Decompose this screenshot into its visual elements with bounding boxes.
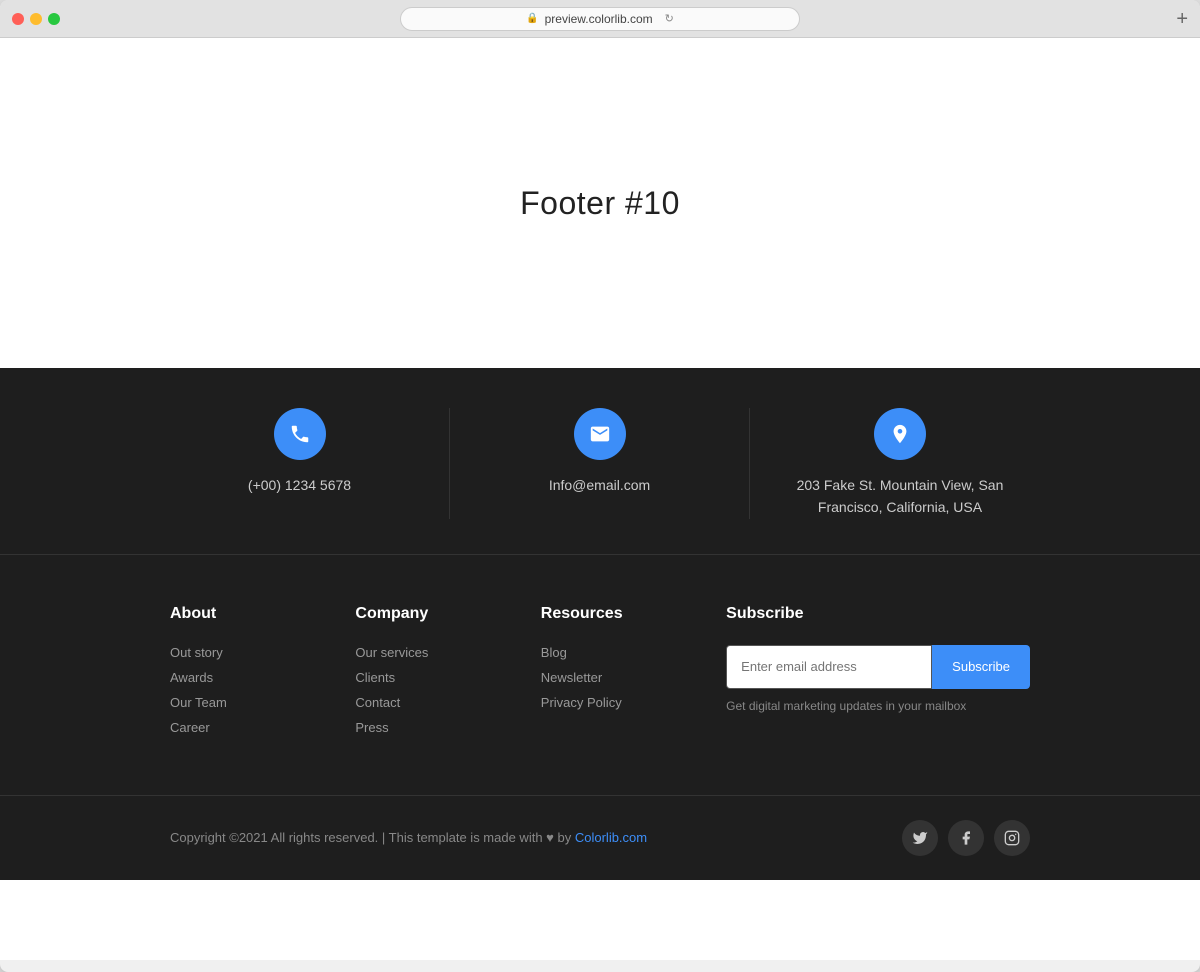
url-text: preview.colorlib.com <box>545 12 653 26</box>
about-link-0[interactable]: Out story <box>170 645 355 660</box>
about-title: About <box>170 605 355 623</box>
lock-icon: 🔒 <box>526 13 538 24</box>
company-link-1[interactable]: Clients <box>355 670 540 685</box>
company-column: Company Our services Clients Contact Pre… <box>355 605 540 745</box>
email-input[interactable] <box>726 645 932 689</box>
hero-area: Footer #10 <box>0 38 1200 368</box>
resources-link-2[interactable]: Privacy Policy <box>541 695 726 710</box>
address-bar[interactable]: 🔒 preview.colorlib.com ↻ <box>400 7 800 31</box>
footer-bottom: Copyright ©2021 All rights reserved. | T… <box>0 795 1200 880</box>
refresh-icon[interactable]: ↻ <box>665 12 674 25</box>
company-title: Company <box>355 605 540 623</box>
phone-icon <box>289 423 311 445</box>
maximize-button[interactable] <box>48 13 60 25</box>
footer-links-area: About Out story Awards Our Team Career C… <box>0 555 1200 795</box>
company-link-3[interactable]: Press <box>355 720 540 735</box>
email-icon <box>589 423 611 445</box>
subscribe-column: Subscribe Subscribe Get digital marketin… <box>726 605 1030 745</box>
subscribe-button[interactable]: Subscribe <box>932 645 1030 689</box>
twitter-icon[interactable] <box>902 820 938 856</box>
page-content: Footer #10 (+00) 1234 5678 <box>0 38 1200 960</box>
minimize-button[interactable] <box>30 13 42 25</box>
after-footer <box>0 880 1200 960</box>
browser-titlebar: 🔒 preview.colorlib.com ↻ + <box>0 0 1200 38</box>
colorlib-link[interactable]: Colorlib.com <box>575 830 647 845</box>
location-icon-circle <box>874 408 926 460</box>
page-title: Footer #10 <box>520 185 680 222</box>
footer: (+00) 1234 5678 Info@email.com <box>0 368 1200 880</box>
contact-bar: (+00) 1234 5678 Info@email.com <box>0 368 1200 555</box>
subscribe-note: Get digital marketing updates in your ma… <box>726 699 1030 713</box>
facebook-icon[interactable] <box>948 820 984 856</box>
contact-address: 203 Fake St. Mountain View, San Francisc… <box>750 408 1050 519</box>
company-link-2[interactable]: Contact <box>355 695 540 710</box>
resources-link-0[interactable]: Blog <box>541 645 726 660</box>
location-icon <box>889 423 911 445</box>
company-link-0[interactable]: Our services <box>355 645 540 660</box>
contact-email: Info@email.com <box>450 408 750 519</box>
instagram-icon[interactable] <box>994 820 1030 856</box>
about-column: About Out story Awards Our Team Career <box>170 605 355 745</box>
phone-icon-circle <box>274 408 326 460</box>
window-controls <box>12 13 60 25</box>
email-icon-circle <box>574 408 626 460</box>
resources-link-1[interactable]: Newsletter <box>541 670 726 685</box>
browser-window: 🔒 preview.colorlib.com ↻ + Footer #10 <box>0 0 1200 972</box>
resources-column: Resources Blog Newsletter Privacy Policy <box>541 605 726 745</box>
new-tab-button[interactable]: + <box>1176 9 1188 29</box>
contact-phone: (+00) 1234 5678 <box>150 408 450 519</box>
address-text: 203 Fake St. Mountain View, San Francisc… <box>780 474 1020 519</box>
close-button[interactable] <box>12 13 24 25</box>
phone-text: (+00) 1234 5678 <box>248 474 351 496</box>
copyright-text: Copyright ©2021 All rights reserved. | T… <box>170 830 647 845</box>
about-link-2[interactable]: Our Team <box>170 695 355 710</box>
about-link-3[interactable]: Career <box>170 720 355 735</box>
subscribe-form: Subscribe <box>726 645 1030 689</box>
about-link-1[interactable]: Awards <box>170 670 355 685</box>
resources-title: Resources <box>541 605 726 623</box>
subscribe-title: Subscribe <box>726 605 1030 623</box>
social-icons <box>902 820 1030 856</box>
copyright-static: Copyright ©2021 All rights reserved. | T… <box>170 830 571 845</box>
email-text: Info@email.com <box>549 474 650 496</box>
